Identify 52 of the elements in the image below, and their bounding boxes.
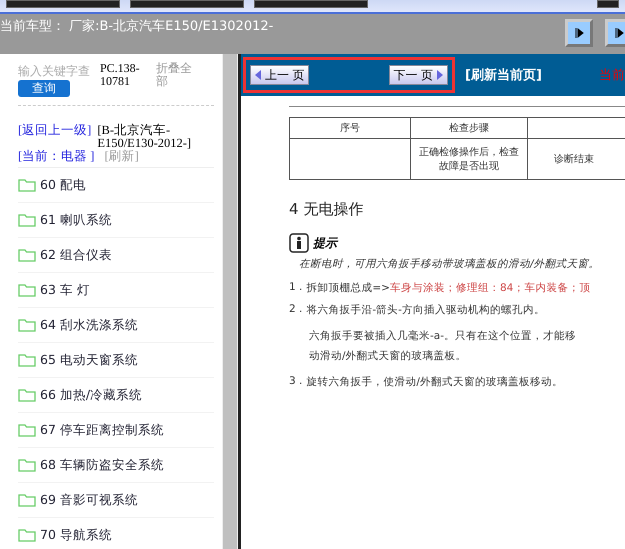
table-header: 检查步骤: [410, 118, 528, 138]
category-item[interactable]: 63 车 灯: [40, 282, 90, 299]
code-text: PC.138-10781: [100, 62, 141, 90]
next-arrow-button[interactable]: [605, 19, 625, 47]
next-page-button[interactable]: 下一 页: [388, 65, 448, 85]
step-number: 1 .: [289, 281, 302, 295]
category-item[interactable]: 64 刮水洗涤系统: [40, 316, 138, 334]
scrollbar[interactable]: [222, 54, 238, 549]
folder-icon: [18, 353, 36, 368]
folder-icon: [18, 458, 36, 472]
category-item[interactable]: 68 车辆防盗安全系统: [40, 456, 164, 474]
folder-icon: [18, 423, 36, 438]
play-arrow-icon: [614, 27, 624, 39]
refresh-page-link[interactable]: [刷新当前页]: [465, 66, 542, 84]
category-item[interactable]: 62 组合仪表: [40, 246, 112, 264]
section-heading: 4 无电操作: [289, 200, 364, 219]
category-item[interactable]: 61 喇叭系统: [40, 212, 112, 229]
folder-icon: [18, 388, 36, 402]
step-number: 3 .: [289, 374, 302, 389]
next-arrow-button[interactable]: [565, 19, 593, 47]
tip-text: 在断电时，可用六角扳手移动带玻璃盖板的滑动/外翻式天窗。: [299, 257, 601, 271]
folder-icon: [18, 528, 36, 542]
tip-title: 提示: [313, 234, 337, 252]
car-model-text: 当前车型： 厂家:B-北京汽车E150/E1302012-: [0, 18, 274, 35]
step-note: 六角扳手要被插入几毫米-a-。只有在这个位置，才能移动滑动/外翻式天窗的玻璃盖板。: [309, 329, 578, 364]
path-text: [B-北京汽车-E150/E130-2012-]: [97, 124, 192, 150]
folder-icon: [18, 283, 36, 298]
folder-icon: [18, 493, 36, 508]
category-item[interactable]: 70 导航系统: [40, 526, 112, 544]
category-item[interactable]: 65 电动天窗系统: [40, 352, 138, 369]
category-item[interactable]: 67 停车距离控制系统: [40, 422, 164, 439]
step-number: 2 .: [289, 303, 302, 317]
folder-icon: [18, 318, 36, 332]
table-cell: 诊断结束: [554, 154, 594, 165]
folder-icon: [18, 213, 36, 228]
step-text: 将六角扳手沿-箭头-方向插入驱动机构的螺孔内。: [306, 303, 545, 317]
table-cell-text: 正确检修操作后，检查故障是否出现: [418, 146, 520, 173]
category-item[interactable]: 60 配电: [40, 176, 86, 194]
info-icon: [289, 233, 309, 253]
step-text: 拆卸顶棚总成=>车身与涂装；修理组：84；车内装备；顶: [306, 281, 590, 295]
play-arrow-icon: [574, 27, 584, 39]
folder-icon: [18, 178, 36, 192]
current-label: 当前: [599, 67, 625, 84]
table-header: 序号: [290, 118, 410, 138]
step-text: 旋转六角扳手，使滑动/外翻式天窗的玻璃盖板移动。: [306, 374, 563, 389]
previous-page-button[interactable]: 上一 页: [250, 65, 310, 85]
category-item[interactable]: 69 音影可视系统: [40, 492, 138, 509]
current-text: [当前：电器 ]: [18, 150, 94, 164]
category-item[interactable]: 66 加热/冷藏系统: [40, 386, 142, 404]
back-link[interactable]: [返回上一级]: [18, 124, 92, 138]
search-button[interactable]: 查询: [18, 80, 70, 97]
folder-icon: [18, 248, 36, 262]
